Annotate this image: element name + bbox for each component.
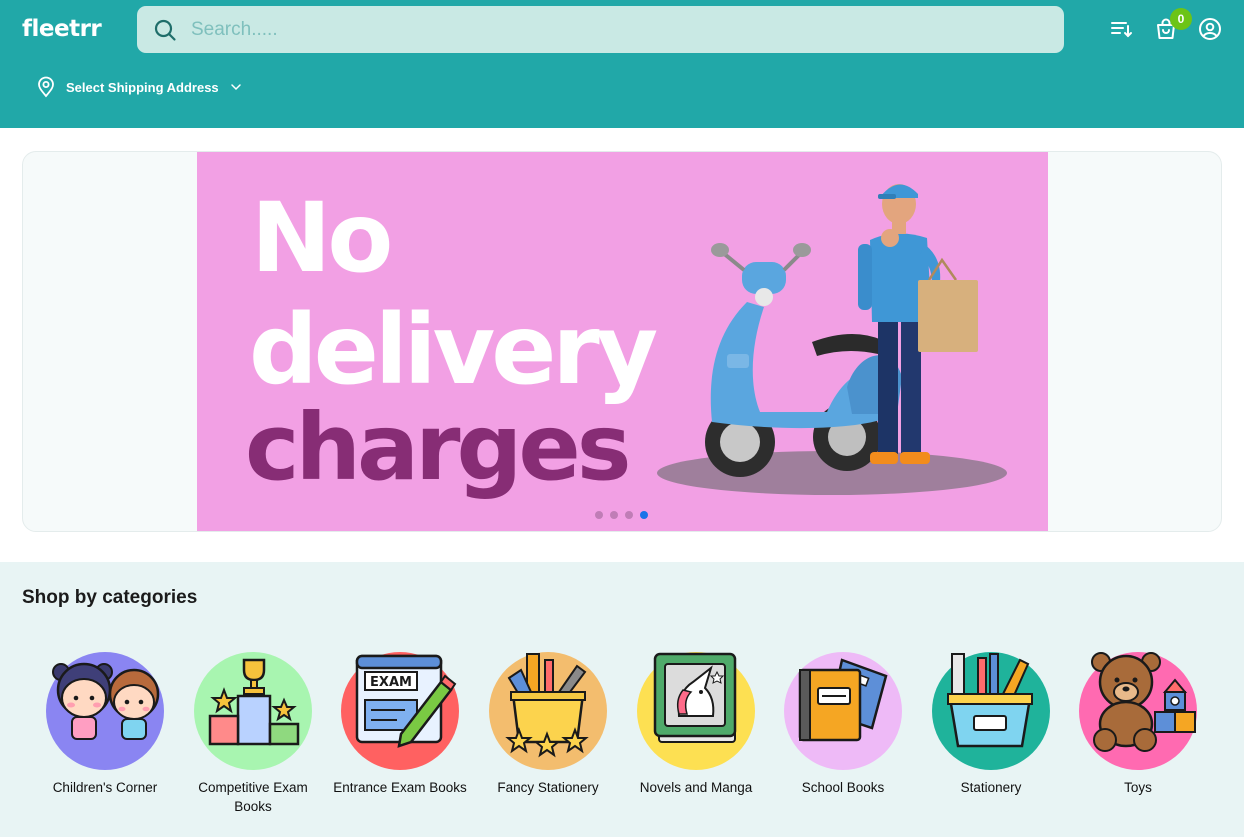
unicorn-book-icon [653, 652, 737, 743]
exam-paper-icon: EXAM [355, 654, 457, 748]
category-entrance-exam-books[interactable]: EXAM Entrance Exam Books [330, 652, 470, 797]
delivery-man-scooter-illustration [657, 184, 1007, 495]
section-title: Shop by categories [22, 587, 198, 608]
category-icon-circle [1079, 652, 1197, 770]
categories-section: Shop by categories Children's Corner Com… [0, 562, 1244, 837]
search-icon [154, 19, 176, 41]
banner-headline-line-1: No [251, 182, 393, 294]
category-icon-circle [637, 652, 755, 770]
category-icon-circle [784, 652, 902, 770]
svg-text:EXAM: EXAM [370, 675, 412, 690]
category-icon-circle [46, 652, 164, 770]
category-icon-circle [932, 652, 1050, 770]
carousel-pagination [595, 511, 648, 519]
chevron-down-icon [230, 84, 241, 91]
category-label: School Books [801, 780, 885, 795]
category-label: Children's Corner [52, 780, 158, 795]
banner-headline-line-3: charges [245, 394, 631, 501]
carousel-dot-4[interactable] [640, 511, 648, 519]
banner-headline-line-2: delivery [249, 294, 658, 406]
category-stationery[interactable]: Stationery [921, 652, 1061, 797]
podium-trophy-icon [208, 658, 300, 746]
category-icon-circle: EXAM [341, 652, 459, 770]
category-label: Entrance Exam Books [333, 780, 467, 795]
stationery-basket-icon [947, 653, 1033, 748]
category-school-books[interactable]: School Books [773, 652, 913, 797]
banner-slide[interactable]: No delivery charges [197, 152, 1048, 531]
search-input[interactable] [191, 6, 1041, 53]
category-fancy-stationery[interactable]: Fancy Stationery [478, 652, 618, 797]
carousel-dot-3[interactable] [625, 511, 633, 519]
category-label: Fancy Stationery [497, 780, 599, 795]
search-bar[interactable] [137, 6, 1064, 53]
top-header: fleetrr 0 Select Shipping Address [0, 0, 1244, 128]
teddy-bear-icon [1091, 652, 1196, 752]
cart-count-badge: 0 [1170, 8, 1192, 30]
category-toys[interactable]: Toys [1068, 652, 1208, 797]
category-label: Competitive Exam Books [198, 780, 308, 814]
user-account-icon[interactable] [1198, 17, 1222, 41]
location-pin-icon [38, 76, 54, 98]
playlist-icon[interactable] [1109, 17, 1133, 41]
kids-icon [52, 662, 160, 740]
category-label: Stationery [960, 780, 1022, 795]
logo[interactable]: fleetrr [22, 16, 102, 42]
shipping-address-label: Select Shipping Address [66, 79, 219, 95]
category-label: Novels and Manga [639, 780, 753, 795]
carousel-dot-1[interactable] [595, 511, 603, 519]
category-label: Toys [1124, 780, 1152, 795]
notebooks-icon [798, 658, 888, 742]
promo-carousel[interactable]: No delivery charges [22, 151, 1222, 532]
category-icon-circle [489, 652, 607, 770]
carousel-dot-2[interactable] [610, 511, 618, 519]
category-icon-circle [194, 652, 312, 770]
shipping-address-selector[interactable]: Select Shipping Address [36, 76, 243, 98]
category-childrens-corner[interactable]: Children's Corner [35, 652, 175, 797]
category-competitive-exam-books[interactable]: Competitive Exam Books [183, 652, 323, 816]
pencil-cup-stars-icon [505, 653, 589, 758]
category-novels-and-manga[interactable]: Novels and Manga [626, 652, 766, 797]
